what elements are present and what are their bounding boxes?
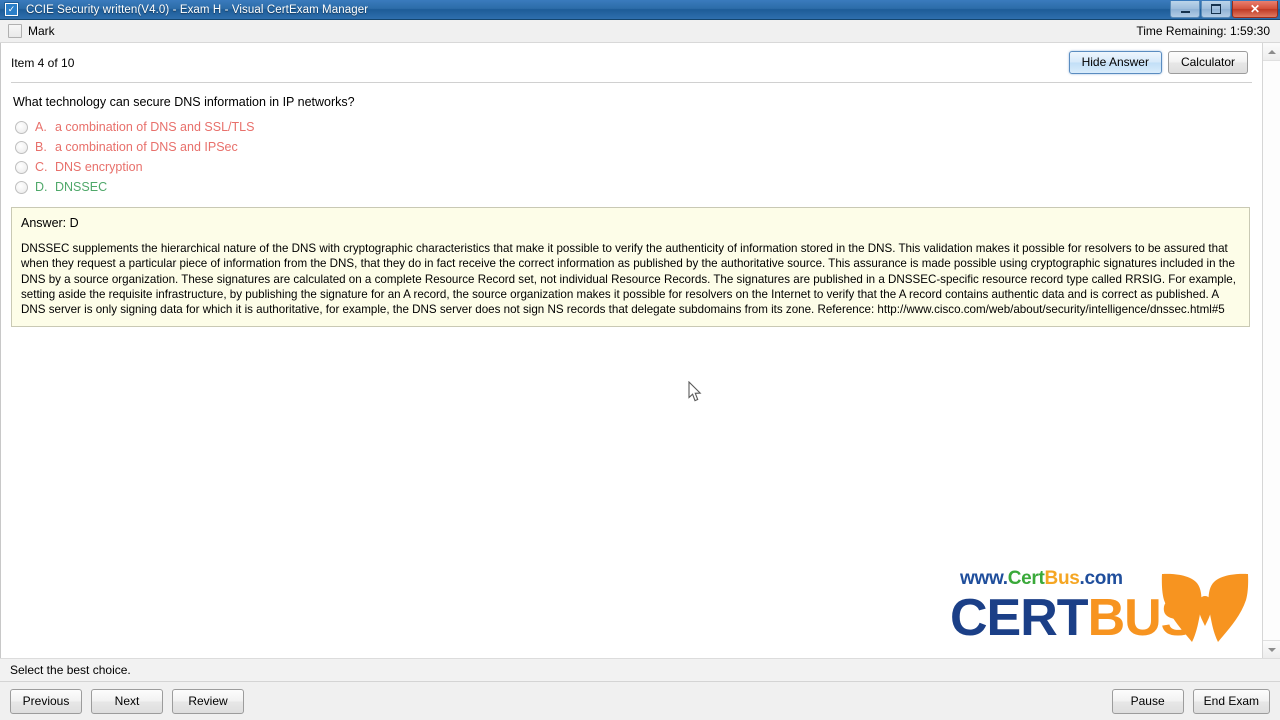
navigation-bar: Previous Next Review Pause End Exam xyxy=(0,681,1280,720)
scroll-down-button[interactable] xyxy=(1263,640,1280,658)
minimize-button[interactable] xyxy=(1170,1,1200,18)
option-letter: C. xyxy=(35,160,48,174)
next-button[interactable]: Next xyxy=(91,688,163,714)
logo-url-www: www. xyxy=(960,568,1008,589)
answer-explanation-box: Answer: D DNSSEC supplements the hierarc… xyxy=(11,207,1250,328)
time-remaining: Time Remaining: 1:59:30 xyxy=(1136,24,1270,38)
end-exam-button[interactable]: End Exam xyxy=(1192,688,1270,714)
nav-left-group: Previous Next Review xyxy=(10,688,244,714)
scrollbar-track[interactable] xyxy=(1263,61,1280,640)
logo-url-text: www.CertBus.com xyxy=(960,568,1123,590)
option-text: DNSSEC xyxy=(55,180,108,194)
logo-url-com: .com xyxy=(1079,568,1123,589)
mark-timer-bar: Mark Time Remaining: 1:59:30 xyxy=(0,20,1280,42)
answer-options: A. a combination of DNS and SSL/TLS B. a… xyxy=(11,115,1252,197)
radio-icon[interactable] xyxy=(15,160,28,174)
window-title: CCIE Security written(V4.0) - Exam H - V… xyxy=(26,3,369,16)
close-button[interactable]: ✕ xyxy=(1232,1,1278,18)
option-text: a combination of DNS and SSL/TLS xyxy=(55,120,255,134)
radio-icon[interactable] xyxy=(15,120,28,134)
logo-url-bus: Bus xyxy=(1044,568,1080,589)
mark-checkbox[interactable] xyxy=(8,24,22,38)
review-button[interactable]: Review xyxy=(172,688,244,714)
answer-explanation-text: DNSSEC supplements the hierarchical natu… xyxy=(21,242,1236,317)
question-pane: Item 4 of 10 Hide Answer Calculator What… xyxy=(0,43,1262,658)
hide-answer-button[interactable]: Hide Answer xyxy=(1068,51,1162,74)
option-text: a combination of DNS and IPSec xyxy=(55,140,238,154)
exam-window: ✓ CCIE Security written(V4.0) - Exam H -… xyxy=(0,0,1280,720)
mark-question-control[interactable]: Mark xyxy=(8,24,55,38)
item-counter: Item 4 of 10 xyxy=(11,56,75,70)
maximize-button[interactable] xyxy=(1201,1,1231,18)
calculator-button[interactable]: Calculator xyxy=(1167,51,1248,74)
logo-url-cert: Cert xyxy=(1007,568,1045,589)
option-b[interactable]: B. a combination of DNS and IPSec xyxy=(15,137,1252,157)
option-letter: D. xyxy=(35,180,48,194)
question-actions: Hide Answer Calculator xyxy=(1068,51,1252,74)
maximize-icon xyxy=(1211,4,1221,14)
content-area: Item 4 of 10 Hide Answer Calculator What… xyxy=(0,42,1280,658)
answer-heading: Answer: D xyxy=(21,216,79,230)
option-letter: A. xyxy=(35,120,47,134)
vertical-scrollbar[interactable] xyxy=(1262,43,1280,658)
option-a[interactable]: A. a combination of DNS and SSL/TLS xyxy=(15,117,1252,137)
logo-word-cert: CERT xyxy=(950,589,1089,647)
status-text: Select the best choice. xyxy=(10,663,131,677)
certbus-logo: www.CertBus.com CERTBUS xyxy=(950,562,1250,650)
mark-label: Mark xyxy=(28,24,55,38)
nav-right-group: Pause End Exam xyxy=(1111,688,1270,714)
radio-icon[interactable] xyxy=(15,180,28,194)
status-bar: Select the best choice. xyxy=(0,658,1280,681)
title-bar: ✓ CCIE Security written(V4.0) - Exam H -… xyxy=(0,0,1280,20)
chevron-down-icon xyxy=(1267,647,1276,652)
option-text: DNS encryption xyxy=(55,160,143,174)
radio-icon[interactable] xyxy=(15,140,28,154)
chevron-up-icon xyxy=(1267,49,1276,54)
app-icon: ✓ xyxy=(4,2,19,17)
scroll-up-button[interactable] xyxy=(1263,43,1280,61)
checkbox-app-icon: ✓ xyxy=(6,4,17,15)
minimize-icon xyxy=(1180,10,1190,13)
question-text: What technology can secure DNS informati… xyxy=(13,95,355,109)
previous-button[interactable]: Previous xyxy=(10,688,82,714)
option-c[interactable]: C. DNS encryption xyxy=(15,157,1252,177)
wings-icon xyxy=(1161,573,1249,642)
question-header: Item 4 of 10 Hide Answer Calculator xyxy=(11,43,1252,74)
option-letter: B. xyxy=(35,140,47,154)
option-d[interactable]: D. DNSSEC xyxy=(15,177,1252,197)
pause-button[interactable]: Pause xyxy=(1111,688,1184,714)
close-icon: ✕ xyxy=(1249,2,1261,16)
window-controls: ✕ xyxy=(1170,1,1278,18)
logo-wordmark: CERTBUS xyxy=(950,588,1195,648)
